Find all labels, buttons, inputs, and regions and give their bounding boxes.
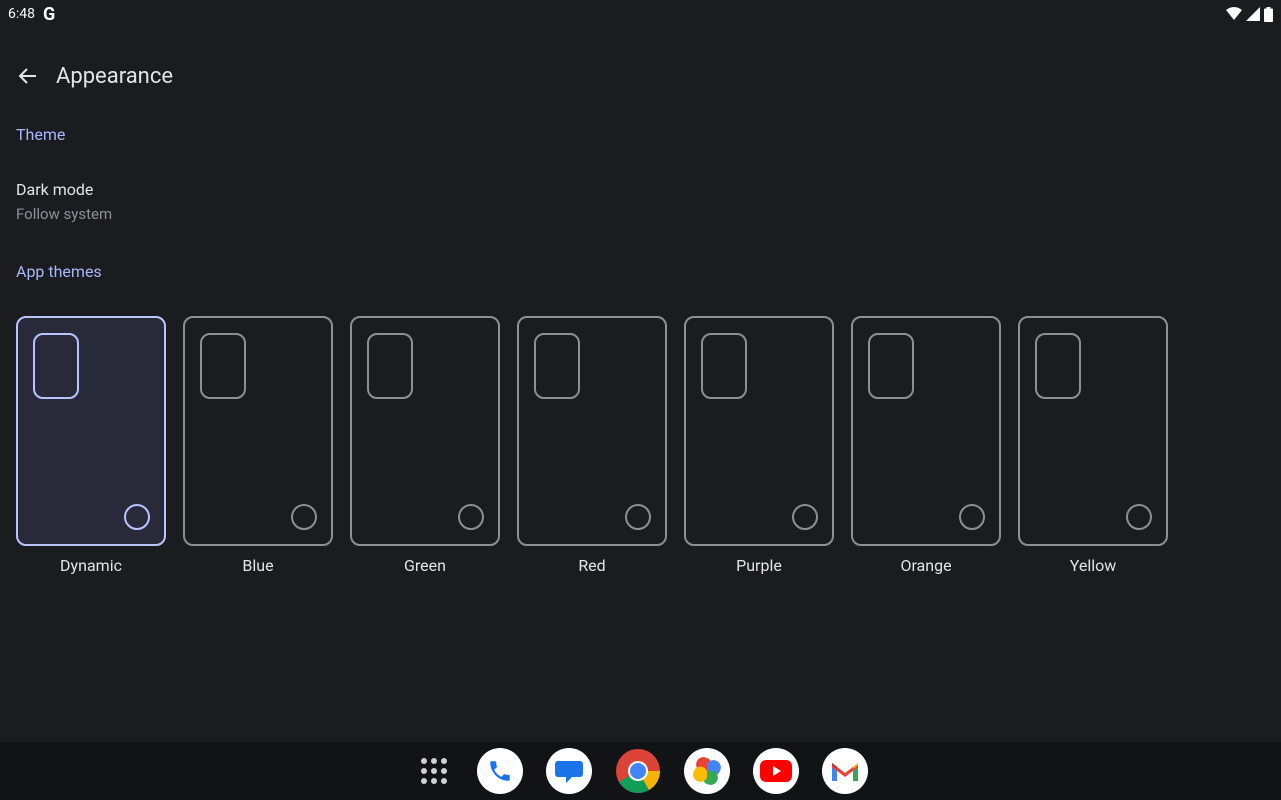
theme-radio-icon — [1126, 504, 1152, 530]
theme-label: Purple — [736, 556, 782, 575]
dark-mode-preference[interactable]: Dark mode Follow system — [16, 180, 112, 223]
theme-radio-icon — [124, 504, 150, 530]
theme-radio-icon — [625, 504, 651, 530]
section-header-theme: Theme — [16, 125, 66, 144]
theme-card[interactable] — [350, 316, 500, 546]
theme-label: Dynamic — [60, 556, 122, 575]
theme-radio-icon — [792, 504, 818, 530]
theme-picker: Dynamic Blue Green Red Purple Orange Yel… — [16, 316, 1168, 575]
theme-radio-icon — [291, 504, 317, 530]
theme-preview-shape — [534, 333, 580, 399]
theme-option-yellow[interactable]: Yellow — [1018, 316, 1168, 575]
google-g-icon: G — [43, 3, 56, 25]
battery-icon — [1264, 6, 1273, 22]
theme-card[interactable] — [16, 316, 166, 546]
arrow-back-icon — [18, 68, 36, 84]
theme-preview-shape — [1035, 333, 1081, 399]
theme-preview-shape — [367, 333, 413, 399]
cell-signal-icon — [1246, 7, 1260, 21]
app-drawer-icon[interactable] — [414, 748, 454, 794]
chrome-icon[interactable] — [615, 748, 661, 794]
theme-option-orange[interactable]: Orange — [851, 316, 1001, 575]
dark-mode-summary: Follow system — [16, 205, 113, 223]
theme-option-red[interactable]: Red — [517, 316, 667, 575]
theme-label: Green — [404, 556, 446, 575]
theme-option-green[interactable]: Green — [350, 316, 500, 575]
theme-label: Red — [578, 556, 606, 575]
theme-radio-icon — [959, 504, 985, 530]
photos-icon[interactable] — [683, 748, 730, 794]
theme-card[interactable] — [1018, 316, 1168, 546]
wifi-icon — [1226, 7, 1242, 20]
theme-preview-shape — [33, 333, 79, 399]
apps-grid-icon — [420, 758, 447, 784]
theme-card[interactable] — [517, 316, 667, 546]
theme-option-dynamic[interactable]: Dynamic — [16, 316, 166, 575]
theme-card[interactable] — [851, 316, 1001, 546]
gmail-icon[interactable] — [821, 748, 868, 794]
taskbar — [0, 742, 1281, 800]
top-app-bar: Appearance — [0, 52, 173, 100]
status-bar: 6:48 G — [0, 0, 1281, 28]
theme-preview-shape — [868, 333, 914, 399]
status-icons — [1226, 6, 1273, 22]
theme-label: Blue — [242, 556, 274, 575]
status-time: 6:48 — [8, 6, 35, 22]
theme-preview-shape — [701, 333, 747, 399]
dark-mode-title: Dark mode — [16, 180, 94, 199]
page-title: Appearance — [56, 63, 174, 89]
theme-card[interactable] — [183, 316, 333, 546]
theme-radio-icon — [458, 504, 484, 530]
theme-label: Yellow — [1069, 556, 1117, 575]
phone-icon[interactable] — [476, 748, 523, 794]
youtube-icon[interactable] — [752, 748, 799, 794]
theme-label: Orange — [900, 556, 952, 575]
back-button[interactable] — [8, 56, 48, 96]
theme-option-purple[interactable]: Purple — [684, 316, 834, 575]
messages-icon[interactable] — [545, 748, 592, 794]
theme-card[interactable] — [684, 316, 834, 546]
section-header-app-themes: App themes — [16, 262, 102, 281]
theme-preview-shape — [200, 333, 246, 399]
theme-option-blue[interactable]: Blue — [183, 316, 333, 575]
